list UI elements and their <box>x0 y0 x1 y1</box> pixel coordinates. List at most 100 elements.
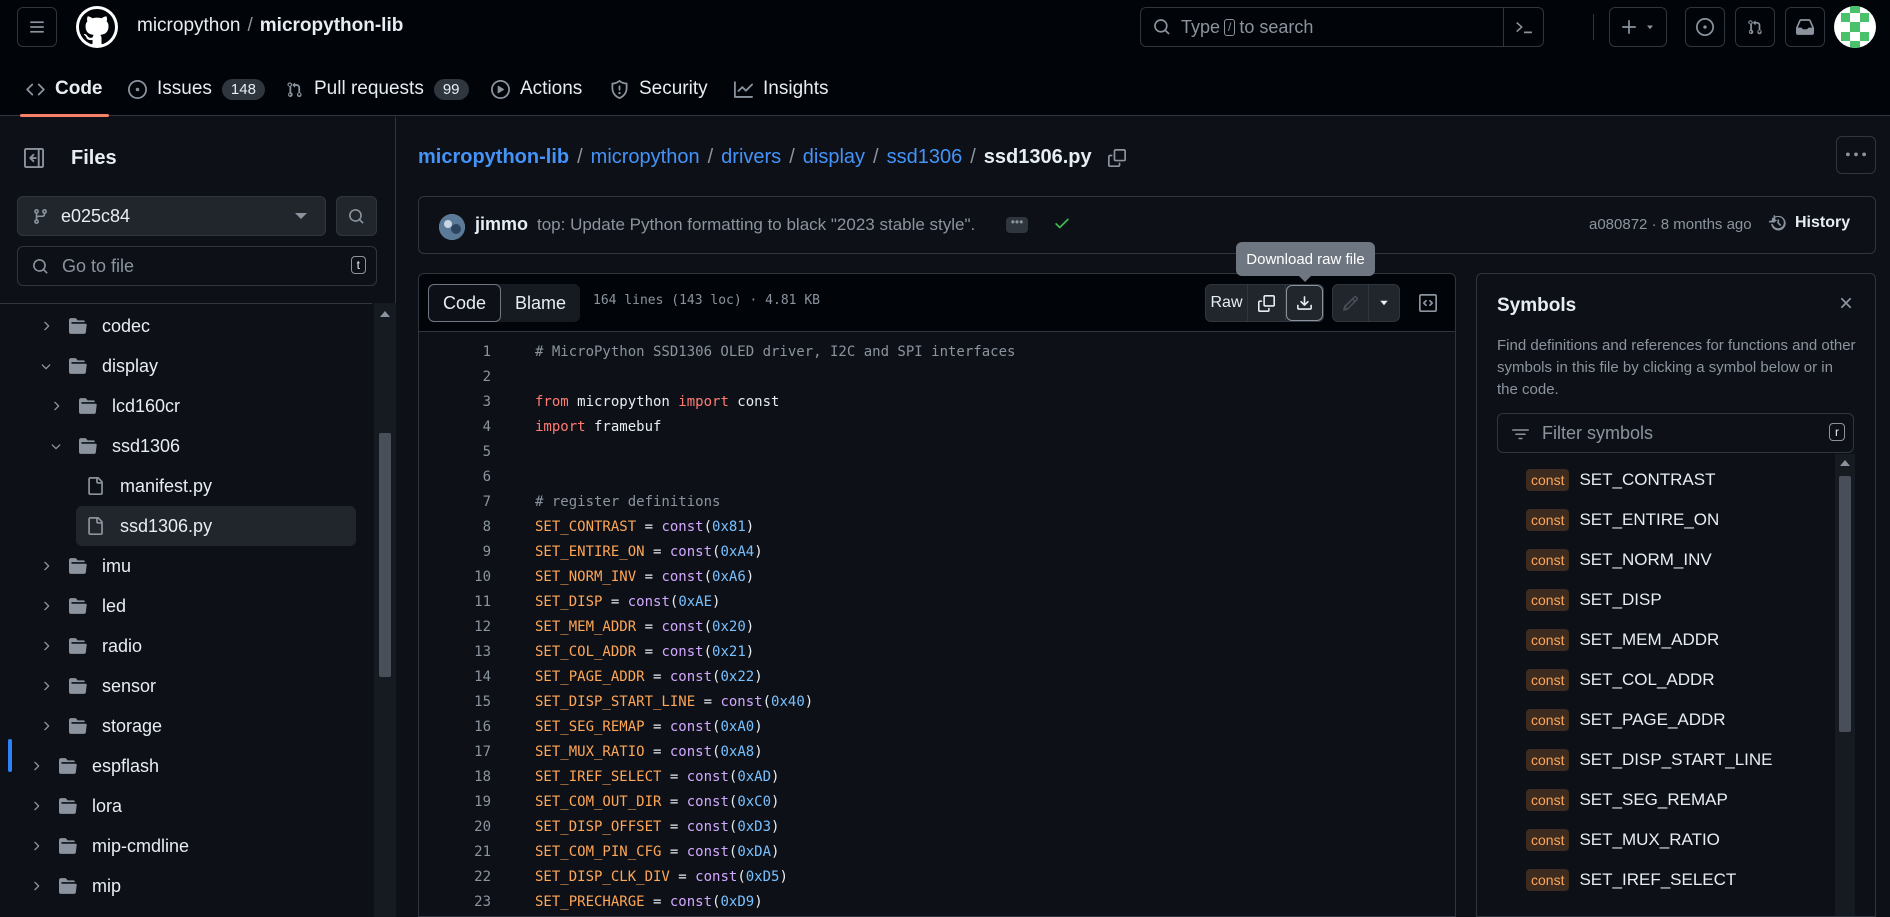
line-number[interactable]: 22 <box>419 869 491 885</box>
close-symbols-button[interactable] <box>1837 294 1855 316</box>
tab-code-view[interactable]: Code <box>428 284 502 322</box>
issues-button[interactable] <box>1685 7 1725 47</box>
pull-requests-button[interactable] <box>1735 7 1775 47</box>
code-line[interactable]: 15 SET_DISP_START_LINE = const(0x40) <box>419 689 1455 714</box>
copy-raw-button[interactable] <box>1248 285 1286 321</box>
line-number[interactable]: 16 <box>419 719 491 735</box>
commit-author[interactable]: jimmo <box>475 214 528 235</box>
raw-button[interactable]: Raw <box>1206 285 1248 321</box>
symbol-item[interactable]: const SET_DISP_START_LINE <box>1497 740 1827 780</box>
symbol-item[interactable]: const SET_IREF_SELECT <box>1497 860 1827 900</box>
code-line[interactable]: 11 SET_DISP = const(0xAE) <box>419 589 1455 614</box>
code-line[interactable]: 2 <box>419 364 1455 389</box>
symbol-item[interactable]: const SET_ENTIRE_ON <box>1497 500 1827 540</box>
code-line[interactable]: 21 SET_COM_PIN_CFG = const(0xDA) <box>419 839 1455 864</box>
tree-folder[interactable]: lora <box>28 786 356 826</box>
search-files-button[interactable] <box>336 196 377 236</box>
scrollbar-thumb[interactable] <box>1839 476 1851 732</box>
edit-dropdown-button[interactable] <box>1369 285 1399 321</box>
code-line[interactable]: 14 SET_PAGE_ADDR = const(0x22) <box>419 664 1455 689</box>
symbol-item[interactable]: const SET_PAGE_ADDR <box>1497 700 1827 740</box>
tree-folder[interactable]: storage <box>38 706 356 746</box>
symbol-item[interactable]: const SET_MEM_ADDR <box>1497 620 1827 660</box>
global-search-input[interactable]: Type / to search <box>1140 7 1544 47</box>
tree-folder[interactable]: mip <box>28 866 356 906</box>
code-line[interactable]: 19 SET_COM_OUT_DIR = const(0xC0) <box>419 789 1455 814</box>
breadcrumb-display[interactable]: display <box>803 146 865 169</box>
line-number[interactable]: 14 <box>419 669 491 685</box>
line-number[interactable]: 17 <box>419 744 491 760</box>
line-number[interactable]: 5 <box>419 444 491 460</box>
tree-file[interactable]: manifest.py <box>76 466 342 506</box>
line-number[interactable]: 8 <box>419 519 491 535</box>
code-line[interactable]: 7 # register definitions <box>419 489 1455 514</box>
chevron-right-icon[interactable] <box>48 399 64 413</box>
owner-link[interactable]: micropython <box>137 15 241 36</box>
line-number[interactable]: 4 <box>419 419 491 435</box>
line-number[interactable]: 21 <box>419 844 491 860</box>
code-line[interactable]: 4 import framebuf <box>419 414 1455 439</box>
expand-commit-button[interactable]: ••• <box>1006 216 1028 233</box>
tree-folder[interactable]: led <box>38 586 356 626</box>
chevron-down-icon[interactable] <box>48 439 64 453</box>
line-number[interactable]: 1 <box>419 344 491 360</box>
tree-folder[interactable]: espflash <box>28 746 356 786</box>
author-avatar[interactable] <box>439 214 465 240</box>
code-line[interactable]: 3 from micropython import const <box>419 389 1455 414</box>
commit-message[interactable]: top: Update Python formatting to black "… <box>537 215 975 235</box>
code-line[interactable]: 10 SET_NORM_INV = const(0xA6) <box>419 564 1455 589</box>
line-number[interactable]: 7 <box>419 494 491 510</box>
github-logo[interactable] <box>76 6 118 48</box>
scrollbar-thumb[interactable] <box>379 433 391 677</box>
code-line[interactable]: 16 SET_SEG_REMAP = const(0xA0) <box>419 714 1455 739</box>
line-number[interactable]: 6 <box>419 469 491 485</box>
breadcrumb-drivers[interactable]: drivers <box>721 146 781 169</box>
line-number[interactable]: 11 <box>419 594 491 610</box>
chevron-right-icon[interactable] <box>38 559 54 573</box>
symbol-item[interactable]: const SET_DISP <box>1497 580 1827 620</box>
chevron-right-icon[interactable] <box>38 319 54 333</box>
code-line[interactable]: 1 # MicroPython SSD1306 OLED driver, I2C … <box>419 339 1455 364</box>
tab-actions[interactable]: Actions <box>491 62 582 116</box>
tab-security[interactable]: Security <box>610 62 708 116</box>
chevron-right-icon[interactable] <box>28 879 44 893</box>
create-new-button[interactable] <box>1609 7 1667 47</box>
tree-folder[interactable]: lcd160cr <box>48 386 356 426</box>
line-number[interactable]: 3 <box>419 394 491 410</box>
sidebar-scrollbar[interactable] <box>374 303 396 917</box>
history-button[interactable]: History <box>1769 214 1850 232</box>
code-line[interactable]: 5 <box>419 439 1455 464</box>
symbol-item[interactable]: const SET_COL_ADDR <box>1497 660 1827 700</box>
check-icon[interactable] <box>1053 214 1071 235</box>
tree-folder[interactable]: radio <box>38 626 356 666</box>
edit-file-button[interactable] <box>1333 285 1369 321</box>
line-number[interactable]: 13 <box>419 644 491 660</box>
chevron-right-icon[interactable] <box>28 759 44 773</box>
code-line[interactable]: 20 SET_DISP_OFFSET = const(0xD3) <box>419 814 1455 839</box>
line-number[interactable]: 23 <box>419 894 491 910</box>
breadcrumb-repo[interactable]: micropython-lib <box>418 146 569 169</box>
symbols-scrollbar[interactable] <box>1835 454 1855 916</box>
code-line[interactable]: 13 SET_COL_ADDR = const(0x21) <box>419 639 1455 664</box>
commit-meta[interactable]: a080872 · 8 months ago <box>1589 216 1752 233</box>
go-to-file-input[interactable]: Go to file t <box>17 246 377 286</box>
code-line[interactable]: 12 SET_MEM_ADDR = const(0x20) <box>419 614 1455 639</box>
tab-code[interactable]: Code <box>20 62 108 117</box>
code-line[interactable]: 18 SET_IREF_SELECT = const(0xAD) <box>419 764 1455 789</box>
breadcrumb-micropython[interactable]: micropython <box>591 146 700 169</box>
chevron-right-icon[interactable] <box>38 599 54 613</box>
chevron-down-icon[interactable] <box>38 359 54 373</box>
tree-folder[interactable]: mip-cmdline <box>28 826 356 866</box>
command-palette-button[interactable] <box>1503 8 1543 46</box>
line-number[interactable]: 10 <box>419 569 491 585</box>
copy-path-button[interactable] <box>1107 148 1126 167</box>
chevron-right-icon[interactable] <box>28 799 44 813</box>
menu-button[interactable] <box>17 7 57 47</box>
breadcrumb-ssd1306[interactable]: ssd1306 <box>887 146 963 169</box>
tab-issues[interactable]: Issues 148 <box>128 62 265 116</box>
chevron-right-icon[interactable] <box>38 719 54 733</box>
line-number[interactable]: 12 <box>419 619 491 635</box>
line-number[interactable]: 18 <box>419 769 491 785</box>
chevron-right-icon[interactable] <box>28 839 44 853</box>
tree-file[interactable]: ssd1306.py <box>76 506 356 546</box>
